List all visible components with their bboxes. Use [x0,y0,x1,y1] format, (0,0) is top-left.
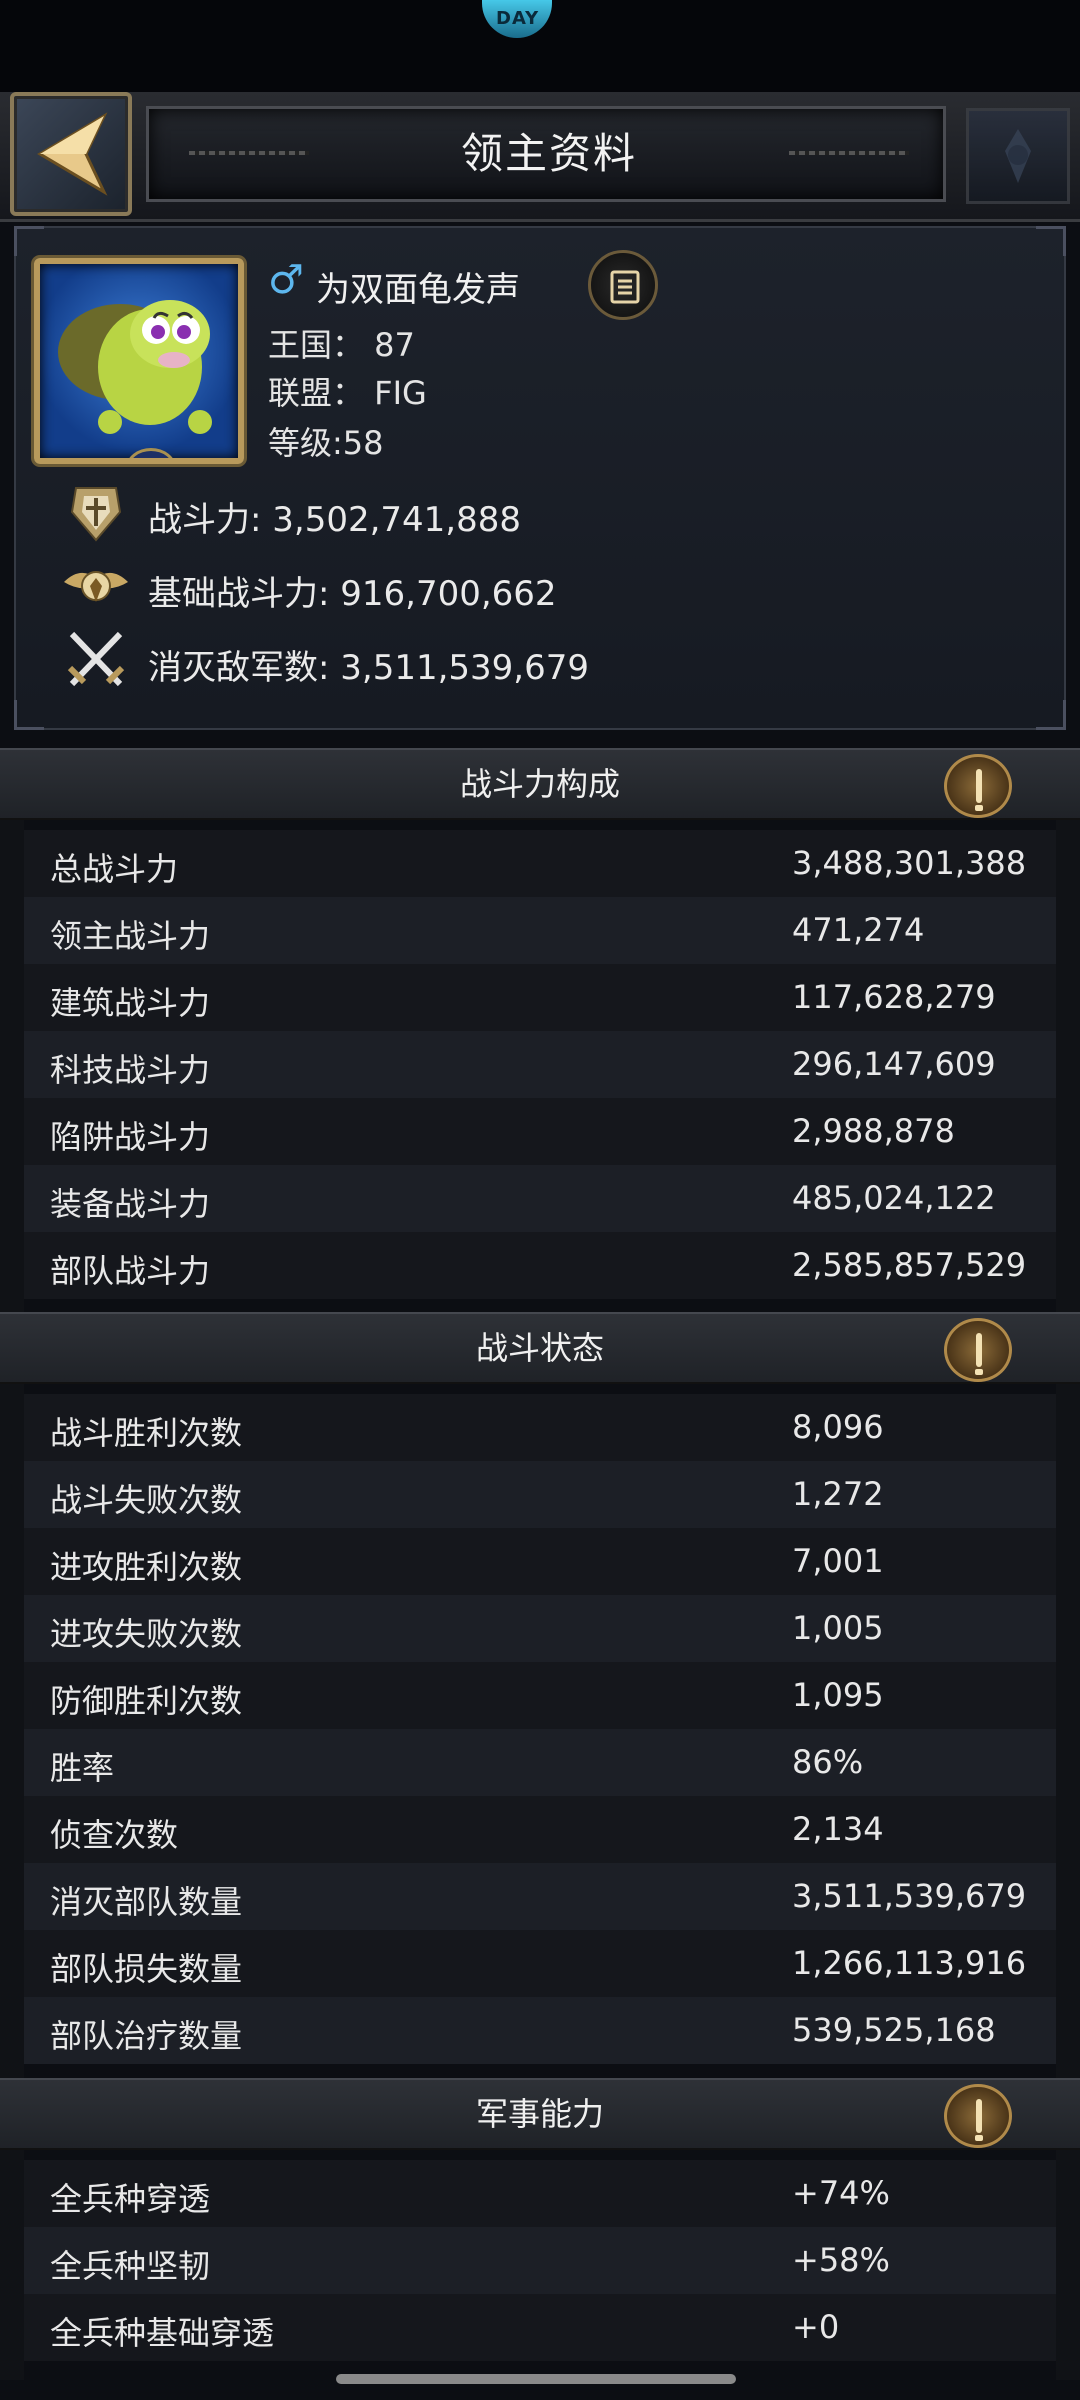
base-power-label: 基础战斗力: 916,700,662 [148,574,557,614]
table-row: 全兵种基础穿透 +0 [24,2294,1056,2361]
exclamation-icon [976,769,982,803]
profile-panel: S12 ♂ 为双面龟发声 王国： 87 联盟： FIG 等级:58 战斗力: 3… [14,226,1066,730]
table-row: 部队治疗数量 539,525,168 [24,1997,1056,2064]
frame-corner [1036,700,1066,730]
winged-emblem-icon [64,571,128,602]
alliance-info: 联盟： FIG [268,374,427,412]
table-row: 防御胜利次数 1,095 [24,1662,1056,1729]
table-row: 全兵种坚韧 +58% [24,2227,1056,2294]
table-row: 全兵种穿透 +74% [24,2160,1056,2227]
section-header-battle: 战斗状态 [0,1312,1080,1384]
table-row: 陷阱战斗力 2,988,878 [24,1098,1056,1165]
player-name: 为双面龟发声 [316,270,520,310]
home-indicator[interactable] [336,2374,736,2384]
table-row: 侦查次数 2,134 [24,1796,1056,1863]
table-row: 装备战斗力 485,024,122 [24,1165,1056,1232]
table-row: 消灭部队数量 3,511,539,679 [24,1863,1056,1930]
table-row: 领主战斗力 471,274 [24,897,1056,964]
frame-corner [14,700,44,730]
collapse-toggle-button[interactable] [944,754,1012,818]
male-gender-icon: ♂ [268,257,304,303]
emblem-button[interactable] [966,108,1070,204]
app-logo: DAY [482,0,552,38]
table-row: 胜率 86% [24,1729,1056,1796]
section-title: 战斗状态 [475,1329,604,1367]
table-row: 总战斗力 3,488,301,388 [24,830,1056,897]
back-button[interactable] [10,92,132,216]
collapse-toggle-button[interactable] [944,2084,1012,2148]
table-row: 战斗胜利次数 8,096 [24,1394,1056,1461]
table-row: 战斗失败次数 1,272 [24,1461,1056,1528]
document-icon [610,270,640,304]
turtle-avatar-icon [58,300,212,434]
table-row: 科技战斗力 296,147,609 [24,1031,1056,1098]
section-header-power: 战斗力构成 [0,748,1080,820]
frame-corner [1036,226,1066,256]
table-row: 进攻胜利次数 7,001 [24,1528,1056,1595]
kingdom-info: 王国： 87 [268,326,415,364]
level-info: 等级:58 [268,424,384,462]
table-row: 进攻失败次数 1,005 [24,1595,1056,1662]
title-plate: 领主资料 [146,106,946,202]
table-row: 部队损失数量 1,266,113,916 [24,1930,1056,1997]
crossed-swords-icon [67,631,125,687]
avatar[interactable]: S12 [34,258,244,464]
status-bar: DAY [0,0,1080,92]
emblem-icon [1005,129,1031,183]
section-header-military: 军事能力 [0,2078,1080,2150]
exclamation-icon [976,2099,982,2133]
collapse-toggle-button[interactable] [944,1318,1012,1382]
header-bar: 领主资料 [0,92,1080,222]
back-arrow-icon [37,112,108,196]
frame-corner [14,226,44,256]
notes-button[interactable] [588,250,658,320]
section-title: 战斗力构成 [459,765,620,803]
section-title: 军事能力 [475,2095,604,2133]
shield-power-icon [70,487,122,542]
table-row: 部队战斗力 2,585,857,529 [24,1232,1056,1299]
table-row: 建筑战斗力 117,628,279 [24,964,1056,1031]
power-label: 战斗力: 3,502,741,888 [148,500,522,540]
page-title: 领主资料 [460,129,637,178]
kills-label: 消灭敌军数: 3,511,539,679 [148,648,590,688]
exclamation-icon [976,1333,982,1367]
